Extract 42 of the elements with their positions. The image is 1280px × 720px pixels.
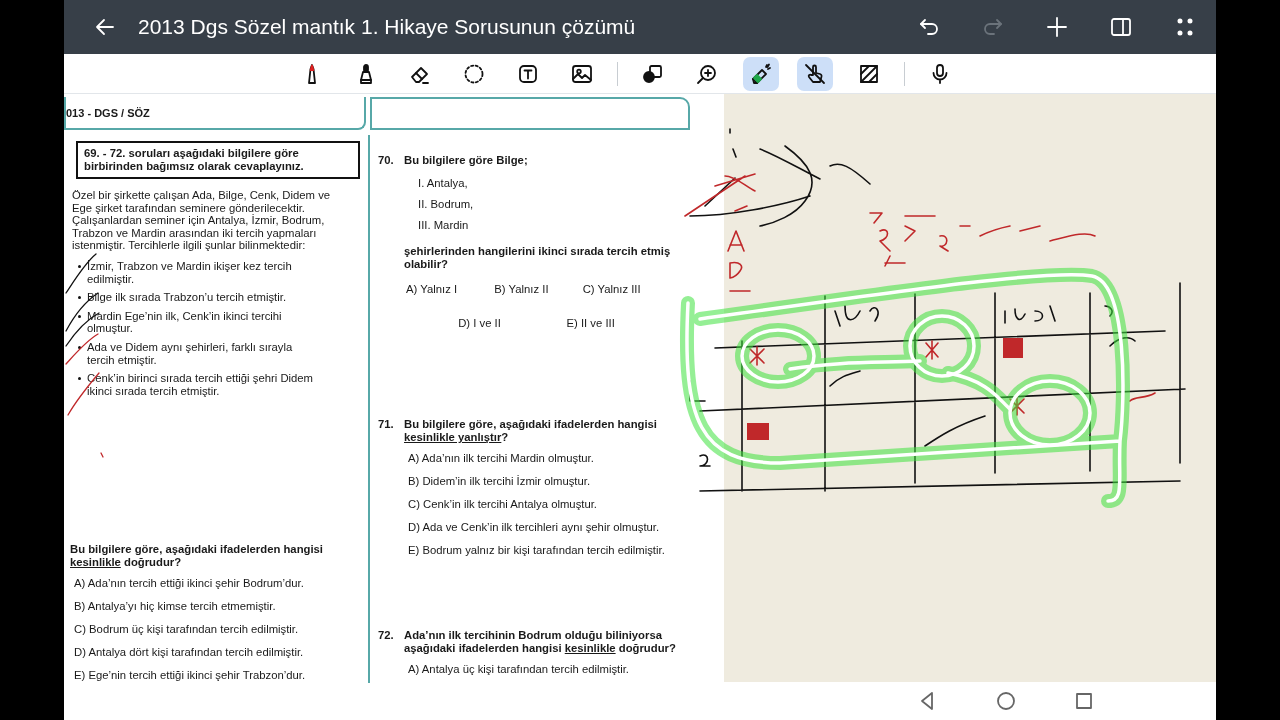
- question-text: Ada’nın ilk tercihinin Bodrum olduğu biliniyorsa aşağıdaki ifadelerden hangisi kesinlikle doğrudur?: [404, 629, 677, 655]
- answer-option: A) Ada’nın ilk tercihi Mardin olmuştur.: [408, 452, 679, 464]
- window-title: 2013 Dgs Sözel mantık 1. Hikaye Sorusunun çözümü: [138, 15, 637, 39]
- bullet-dot: [78, 296, 81, 300]
- page-header: 013 - DGS / SÖZ: [64, 97, 366, 130]
- question-number: 71.: [378, 418, 395, 432]
- highlighter-icon[interactable]: [743, 56, 779, 91]
- roman-item: I. Antalya,: [418, 177, 469, 189]
- answer-option: E) Bodrum yalnız bir kişi tarafından tercih edilmiştir.: [408, 544, 679, 556]
- home-circle-icon[interactable]: [994, 689, 1018, 713]
- question-number: 72.: [378, 629, 395, 643]
- touch-off-icon[interactable]: [797, 56, 833, 91]
- bullet-dot: [78, 345, 81, 349]
- answer-option: E) Ege’nin tercih ettiği ikinci şehir Trabzon’dur.: [74, 669, 362, 681]
- bullet-dot: [78, 264, 81, 268]
- bullet-dot: [78, 314, 81, 318]
- answer-option: C) Yalnız III: [582, 283, 671, 295]
- answer-option: E) II ve III: [566, 317, 671, 329]
- fact-text: Ada ve Didem aynı şehirleri, farklı sırayla tercih etmiştir.: [87, 340, 294, 367]
- bullet-dot: [78, 377, 81, 381]
- question-text: şehirlerinden hangilerini ikinci sırada tercih etmiş olabilir?: [404, 245, 672, 271]
- answer-option: D) Ada ve Cenk’in ilk tercihleri aynı şehir olmuştur.: [408, 521, 679, 533]
- roman-item: III. Mardin: [418, 219, 470, 231]
- answer-option: C) Bodrum üç kişi tarafından tercih edilmiştir.: [74, 623, 362, 635]
- answer-option: C) Cenk’in ilk tercihi Antalya olmuştur.: [408, 498, 679, 510]
- answer-option: B) Yalnız II: [494, 283, 583, 295]
- fact-text: İzmir, Trabzon ve Mardin ikişer kez tercih edilmiştir.: [87, 259, 293, 286]
- answer-option: A) Yalnız I: [406, 283, 495, 295]
- question-text: Bu bilgilere göre, aşağıdaki ifadelerden hangisi kesinlikle yanlıştır?: [404, 418, 658, 444]
- question-text: Bu bilgilere göre Bilge;: [404, 154, 529, 167]
- answer-option: A) Antalya üç kişi tarafından tercih edilmiştir.: [408, 663, 679, 675]
- instruction-box: 69. - 72. soruları aşağıdaki bilgilere göre birbirinden bağımsız olarak cevaplayınız.: [76, 141, 360, 179]
- question-text: Bu bilgilere göre, aşağıdaki ifadelerden hangisi kesinlikle doğrudur?: [70, 543, 324, 569]
- answer-option: A) Ada’nın tercih ettiği ikinci şehir Bodrum’dur.: [74, 577, 362, 589]
- answer-option: D) I ve II: [458, 317, 539, 329]
- answer-option: B) Didem’in ilk tercihi İzmir olmuştur.: [408, 475, 679, 487]
- roman-item: II. Bodrum,: [418, 198, 475, 210]
- question-number: 70.: [378, 154, 395, 168]
- note-canvas[interactable]: [724, 94, 1216, 682]
- answer-option: D) Antalya dört kişi tarafından tercih edilmiştir.: [74, 646, 362, 658]
- answer-option: B) Antalya’yı hiç kimse tercih etmemiştir.: [74, 600, 362, 612]
- intro-paragraph: Özel bir şirkette çalışan Ada, Bilge, Cenk, Didem ve Ege şirket tarafından seminere gönderilecektir. Çalışanlardan seminer için Antalya, İzmir, Bodrum, Trabzon ve Mardin arasından iki tercih yapmaları istenmiştir. Tercihlerle ilgili şunlar bilinmektedir:: [72, 189, 332, 252]
